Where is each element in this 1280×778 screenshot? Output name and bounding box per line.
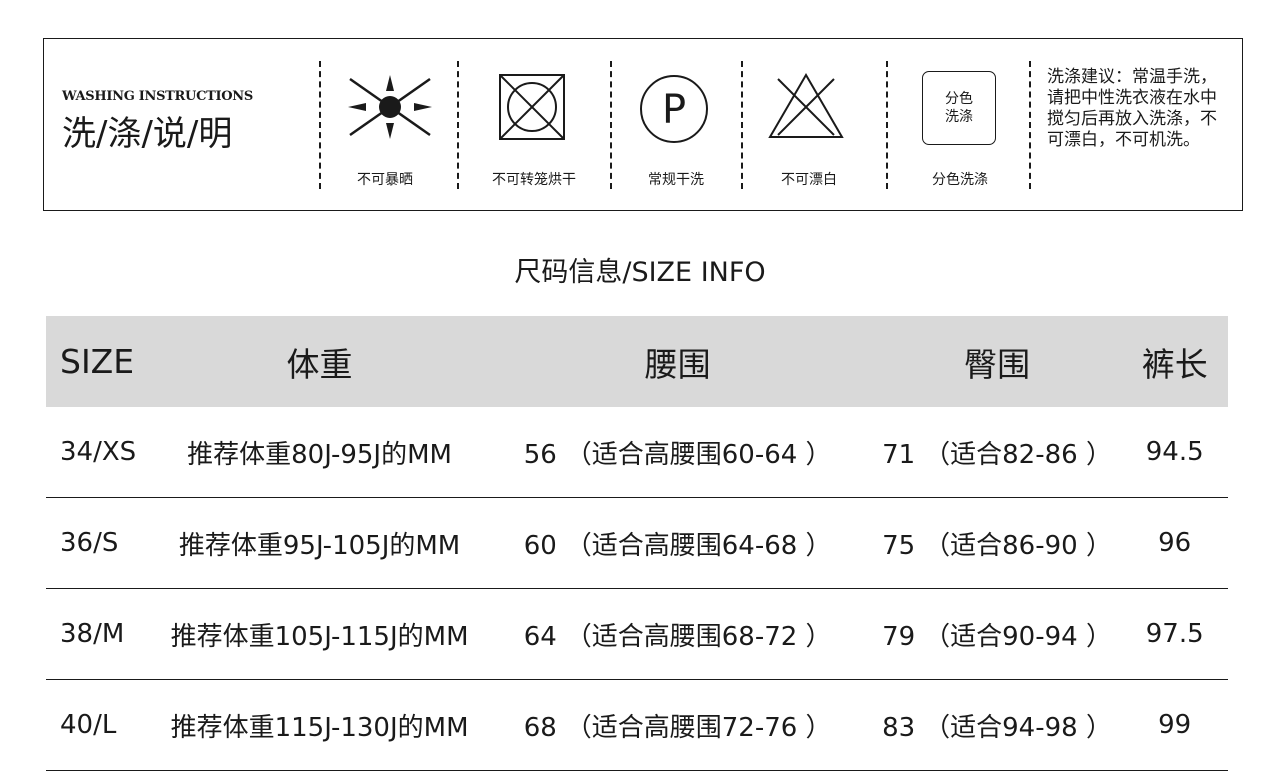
symbol-label: 常规干洗 xyxy=(648,172,704,188)
hip-note: （适合86-90 ） xyxy=(924,530,1112,561)
waist-value: 68 xyxy=(523,712,557,743)
wash-separately-icon: 分色 洗涤 xyxy=(922,71,998,145)
washing-title-cn: 洗/涤/说/明 xyxy=(62,114,233,154)
wash-separately-box-line2: 洗涤 xyxy=(945,109,973,125)
waist-note: （适合高腰围64-68 ） xyxy=(565,530,832,561)
cell-hip: 75 （适合86-90 ） xyxy=(872,497,1122,589)
cell-length: 97.5 xyxy=(1121,588,1228,680)
symbol-label: 不可转笼烘干 xyxy=(492,172,576,188)
dry-clean-letter: P xyxy=(662,87,686,133)
cell-hip: 71 （适合82-86 ） xyxy=(872,407,1122,498)
cell-size: 38/M xyxy=(46,588,157,680)
cell-weight: 推荐体重80J-95J的MM xyxy=(156,407,483,498)
hip-note: （适合94-98 ） xyxy=(924,712,1112,743)
waist-note: （适合高腰围72-76 ） xyxy=(565,712,832,743)
header-waist: 腰围 xyxy=(482,316,873,407)
cell-hip: 83 （适合94-98 ） xyxy=(872,679,1122,771)
size-info-title: 尺码信息/SIZE INFO xyxy=(514,257,766,288)
header-size: SIZE xyxy=(46,316,157,407)
waist-value: 56 xyxy=(523,439,557,470)
dashed-divider xyxy=(610,61,612,189)
no-tumble-dry-icon xyxy=(496,71,568,143)
no-bleach-icon xyxy=(766,71,846,143)
waist-value: 64 xyxy=(523,621,557,652)
table-row: 38/M 推荐体重105J-115J的MM 64 （适合高腰围68-72 ） 79… xyxy=(46,588,1228,680)
header-length: 裤长 xyxy=(1121,316,1228,407)
symbol-label: 不可漂白 xyxy=(781,172,837,188)
cell-size: 36/S xyxy=(46,497,157,589)
size-table-header-row: SIZE 体重 腰围 臀围 裤长 xyxy=(46,316,1228,407)
hip-value: 83 xyxy=(882,712,916,743)
cell-size: 40/L xyxy=(46,679,157,771)
washing-title: WASHING INSTRUCTIONS 洗/涤/说/明 xyxy=(62,89,253,155)
hip-value: 75 xyxy=(882,530,916,561)
header-weight: 体重 xyxy=(156,316,483,407)
table-row: 34/XS 推荐体重80J-95J的MM 56 （适合高腰围60-64 ） 71 （… xyxy=(46,407,1228,498)
dashed-divider xyxy=(886,61,888,189)
cell-weight: 推荐体重105J-115J的MM xyxy=(156,588,483,680)
hip-value: 79 xyxy=(882,621,916,652)
symbol-label: 分色洗涤 xyxy=(932,172,988,188)
cell-waist: 68 （适合高腰围72-76 ） xyxy=(482,679,873,771)
cell-hip: 79 （适合90-94 ） xyxy=(872,588,1122,680)
waist-note: （适合高腰围60-64 ） xyxy=(565,439,832,470)
hip-note: （适合90-94 ） xyxy=(924,621,1112,652)
waist-note: （适合高腰围68-72 ） xyxy=(565,621,832,652)
cell-waist: 56 （适合高腰围60-64 ） xyxy=(482,407,873,498)
dry-clean-p-icon: P xyxy=(636,71,712,147)
cell-length: 99 xyxy=(1121,679,1228,771)
cell-waist: 64 （适合高腰围68-72 ） xyxy=(482,588,873,680)
cell-size: 34/XS xyxy=(46,407,157,498)
washing-instructions-panel: WASHING INSTRUCTIONS 洗/涤/说/明 不可暴晒 不可转笼烘干… xyxy=(43,38,1243,211)
waist-value: 60 xyxy=(523,530,557,561)
dashed-divider xyxy=(319,61,321,189)
cell-length: 96 xyxy=(1121,497,1228,589)
header-hip: 臀围 xyxy=(872,316,1122,407)
hip-note: （适合82-86 ） xyxy=(924,439,1112,470)
hip-value: 71 xyxy=(882,439,916,470)
cell-waist: 60 （适合高腰围64-68 ） xyxy=(482,497,873,589)
no-sun-drying-icon xyxy=(342,71,438,143)
size-table: SIZE 体重 腰围 臀围 裤长 34/XS 推荐体重80J-95J的MM 56… xyxy=(46,316,1228,771)
dashed-divider xyxy=(457,61,459,189)
dashed-divider xyxy=(741,61,743,189)
dashed-divider xyxy=(1029,61,1031,189)
table-row: 36/S 推荐体重95J-105J的MM 60 （适合高腰围64-68 ） 75 （… xyxy=(46,497,1228,589)
symbol-label: 不可暴晒 xyxy=(357,172,413,188)
cell-weight: 推荐体重95J-105J的MM xyxy=(156,497,483,589)
washing-advice-text: 洗涤建议：常温手洗，请把中性洗衣液在水中搅匀后再放入洗涤，不可漂白，不可机洗。 xyxy=(1047,67,1217,150)
table-row: 40/L 推荐体重115J-130J的MM 68 （适合高腰围72-76 ） 83… xyxy=(46,679,1228,771)
wash-separately-box: 分色 洗涤 xyxy=(922,71,996,145)
cell-weight: 推荐体重115J-130J的MM xyxy=(156,679,483,771)
washing-title-en: WASHING INSTRUCTIONS xyxy=(62,89,253,104)
wash-separately-box-line1: 分色 xyxy=(945,91,973,107)
cell-length: 94.5 xyxy=(1121,407,1228,498)
